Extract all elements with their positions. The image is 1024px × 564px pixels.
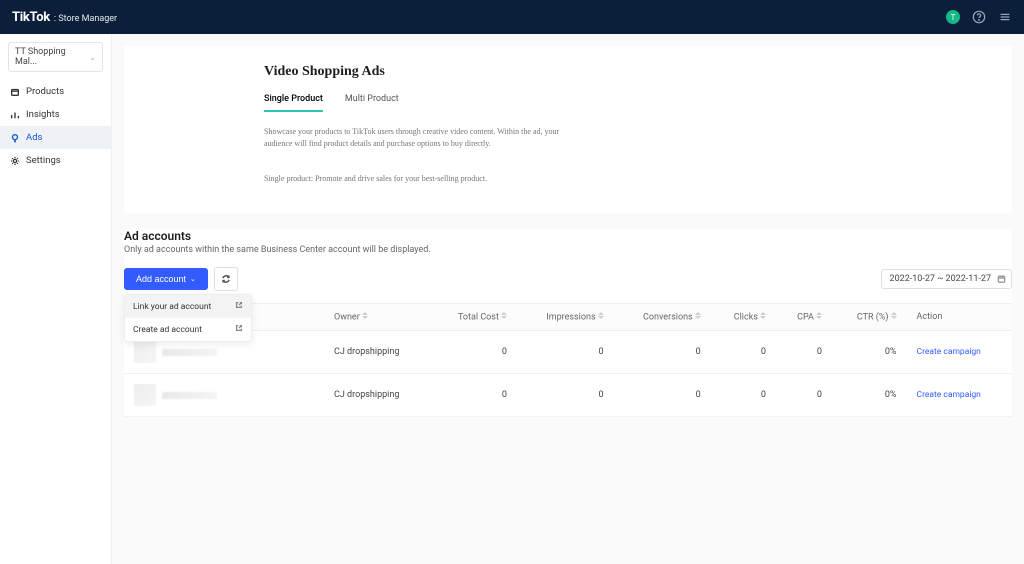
refresh-button[interactable] bbox=[214, 267, 238, 291]
sort-icon bbox=[695, 312, 701, 322]
sidebar-item-label: Products bbox=[26, 86, 64, 97]
chevron-down-icon: ⌄ bbox=[89, 53, 96, 62]
col-total-cost[interactable]: Total Cost bbox=[431, 304, 517, 331]
cell-clicks: 0 bbox=[711, 331, 776, 374]
table-row: CJ dropshipping 0 0 0 0 0 0% Create camp… bbox=[124, 331, 1012, 374]
sort-icon bbox=[598, 312, 604, 322]
add-account-label: Add account bbox=[136, 274, 186, 284]
sidebar-item-insights[interactable]: Insights bbox=[0, 103, 111, 126]
dropdown-item-label: Create ad account bbox=[133, 325, 202, 335]
cell-impressions: 0 bbox=[517, 331, 614, 374]
ad-accounts-table: A Owner Total Cost Impressions Conversio… bbox=[124, 303, 1012, 417]
cell-total-cost: 0 bbox=[431, 374, 517, 417]
vsa-tabs: Single Product Multi Product bbox=[264, 94, 872, 112]
gear-icon bbox=[10, 156, 20, 166]
sidebar-item-settings[interactable]: Settings bbox=[0, 149, 111, 172]
date-range-picker[interactable]: 2022-10-27 ~ 2022-11-27 bbox=[881, 269, 1012, 289]
cell-ctr: 0% bbox=[832, 374, 907, 417]
brand: TikTok bbox=[12, 10, 50, 25]
col-impressions[interactable]: Impressions bbox=[517, 304, 614, 331]
dropdown-item-create-account[interactable]: Create ad account bbox=[125, 318, 251, 341]
ad-accounts-subtitle: Only ad accounts within the same Busines… bbox=[124, 245, 1012, 255]
topbar: TikTok : Store Manager T bbox=[0, 0, 1024, 34]
page-title: Video Shopping Ads bbox=[264, 64, 872, 80]
vsa-card: Video Shopping Ads Single Product Multi … bbox=[124, 46, 1012, 213]
sidebar-item-label: Insights bbox=[26, 109, 60, 120]
sidebar-item-products[interactable]: Products bbox=[0, 80, 111, 103]
ad-accounts-title: Ad accounts bbox=[124, 229, 1012, 243]
hamburger-icon[interactable] bbox=[998, 10, 1012, 24]
vsa-subtext: Single product: Promote and drive sales … bbox=[264, 174, 872, 183]
tab-single-product[interactable]: Single Product bbox=[264, 94, 323, 112]
account-thumbnail bbox=[134, 341, 156, 363]
sidebar: TT Shopping Mal... ⌄ Products Insights A… bbox=[0, 34, 112, 564]
account-name-redacted bbox=[162, 349, 217, 356]
cell-cpa: 0 bbox=[776, 374, 832, 417]
col-conversions[interactable]: Conversions bbox=[614, 304, 711, 331]
main-content: Video Shopping Ads Single Product Multi … bbox=[112, 34, 1024, 564]
cell-total-cost: 0 bbox=[431, 331, 517, 374]
sort-icon bbox=[816, 312, 822, 322]
col-owner[interactable]: Owner bbox=[324, 304, 431, 331]
cell-conversions: 0 bbox=[614, 331, 711, 374]
cell-cpa: 0 bbox=[776, 331, 832, 374]
add-account-dropdown: Link your ad account Create ad account bbox=[124, 294, 252, 342]
brand-block: TikTok : Store Manager bbox=[12, 10, 117, 25]
vsa-description: Showcase your products to TikTok users t… bbox=[264, 126, 584, 150]
bulb-icon bbox=[10, 133, 20, 143]
sort-icon bbox=[501, 312, 507, 322]
table-row: CJ dropshipping 0 0 0 0 0 0% Create camp… bbox=[124, 374, 1012, 417]
cell-owner: CJ dropshipping bbox=[324, 331, 431, 374]
cell-clicks: 0 bbox=[711, 374, 776, 417]
account-thumbnail bbox=[134, 384, 156, 406]
controls-row: Add account ⌄ Link your ad account Creat… bbox=[124, 267, 1012, 291]
cell-impressions: 0 bbox=[517, 374, 614, 417]
cell-owner: CJ dropshipping bbox=[324, 374, 431, 417]
sidebar-item-label: Ads bbox=[26, 132, 42, 143]
chevron-down-icon: ⌄ bbox=[190, 275, 196, 283]
dropdown-item-label: Link your ad account bbox=[133, 302, 211, 312]
col-clicks[interactable]: Clicks bbox=[711, 304, 776, 331]
sidebar-item-label: Settings bbox=[26, 155, 61, 166]
sort-icon bbox=[891, 312, 897, 322]
topbar-actions: T bbox=[946, 10, 1012, 24]
external-link-icon bbox=[235, 301, 243, 312]
chart-icon bbox=[10, 110, 20, 120]
external-link-icon bbox=[235, 324, 243, 335]
store-selector[interactable]: TT Shopping Mal... ⌄ bbox=[8, 42, 103, 72]
create-campaign-link[interactable]: Create campaign bbox=[917, 390, 981, 400]
col-ctr[interactable]: CTR (%) bbox=[832, 304, 907, 331]
avatar[interactable]: T bbox=[946, 10, 960, 24]
col-action: Action bbox=[907, 304, 1012, 331]
ad-accounts-section: Ad accounts Only ad accounts within the … bbox=[124, 229, 1012, 417]
brand-sub: : Store Manager bbox=[54, 14, 117, 24]
cell-conversions: 0 bbox=[614, 374, 711, 417]
tab-multi-product[interactable]: Multi Product bbox=[345, 94, 399, 112]
cell-ctr: 0% bbox=[832, 331, 907, 374]
sidebar-item-ads[interactable]: Ads bbox=[0, 126, 111, 149]
refresh-icon bbox=[221, 274, 231, 284]
sort-icon bbox=[362, 312, 368, 322]
sort-icon bbox=[760, 312, 766, 322]
col-cpa[interactable]: CPA bbox=[776, 304, 832, 331]
box-icon bbox=[10, 87, 20, 97]
create-campaign-link[interactable]: Create campaign bbox=[917, 347, 981, 357]
account-name-redacted bbox=[162, 392, 217, 399]
dropdown-item-link-account[interactable]: Link your ad account bbox=[125, 295, 251, 318]
calendar-icon bbox=[997, 275, 1006, 284]
store-selector-label: TT Shopping Mal... bbox=[15, 47, 89, 67]
help-icon[interactable] bbox=[972, 10, 986, 24]
add-account-button[interactable]: Add account ⌄ bbox=[124, 268, 208, 290]
date-range-label: 2022-10-27 ~ 2022-11-27 bbox=[890, 274, 991, 284]
